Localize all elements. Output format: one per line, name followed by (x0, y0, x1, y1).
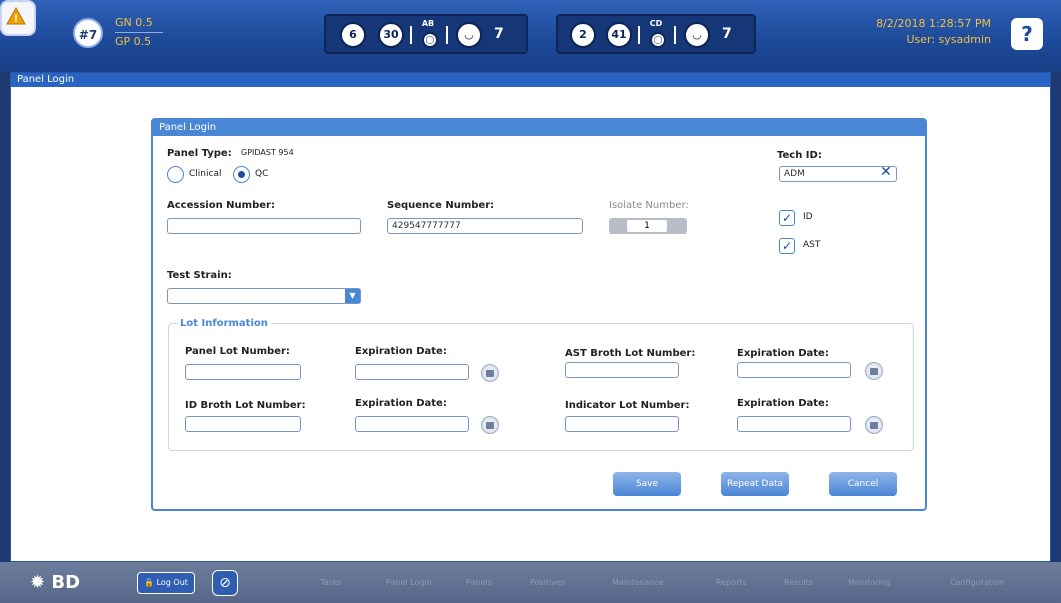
clear-icon[interactable]: ✕ (880, 164, 892, 180)
panel-lot-label: Panel Lot Number: (185, 346, 290, 357)
stop-icon[interactable]: ⊘ (212, 570, 238, 596)
logout-button[interactable]: 🔒 Log Out (137, 572, 195, 594)
nav-configuration[interactable]: Configuration (950, 573, 1004, 593)
sequence-field[interactable]: 429547777777 (387, 218, 583, 234)
gauge-icon: ◡ (684, 22, 710, 48)
alert-button[interactable]: ! (0, 0, 36, 36)
alert-count-badge[interactable]: #7 (73, 18, 103, 48)
expiration-label-2: Expiration Date: (737, 348, 829, 359)
instrument-status-ab[interactable]: 6 30 AB ◯ ◡ 7 (324, 14, 528, 54)
test-strain-label: Test Strain: (167, 270, 232, 281)
nav-reports[interactable]: Reports (716, 573, 747, 593)
sequence-label: Sequence Number: (387, 200, 495, 211)
isolate-stepper[interactable]: 1 (609, 218, 687, 234)
checkbox-ast-label: AST (803, 240, 821, 250)
datetime: 8/2/2018 1:28:57 PM (876, 17, 991, 30)
panel-lot-field[interactable] (185, 364, 301, 380)
gn-gp-status: GN 0.5 GP 0.5 (115, 14, 163, 51)
id-broth-lot-label: ID Broth Lot Number: (185, 400, 306, 411)
instrument-c-count: 7 (494, 26, 504, 42)
calendar-icon[interactable] (865, 416, 883, 434)
calendar-icon[interactable] (481, 416, 499, 434)
instrument-label: CD (649, 19, 663, 28)
expiration-label-1: Expiration Date: (355, 346, 447, 357)
gp-label: GP 0.5 (115, 35, 152, 48)
expiration-field-2[interactable] (737, 362, 851, 378)
tech-id-label: Tech ID: (777, 150, 822, 161)
nav-tasks[interactable]: Tasks (320, 573, 341, 593)
indicator-lot-field[interactable] (565, 416, 679, 432)
ast-broth-lot-label: AST Broth Lot Number: (565, 348, 696, 359)
isolate-value[interactable]: 1 (627, 220, 667, 232)
main-window: Panel Login Panel Login Panel Type: GPID… (10, 72, 1051, 562)
warning-icon: ! (6, 7, 26, 25)
lot-information-group: Lot Information Panel Lot Number: Expira… (168, 318, 914, 451)
expiration-label-3: Expiration Date: (355, 398, 447, 409)
instrument-b-count: 30 (378, 22, 404, 48)
instrument-label: AB (421, 19, 435, 28)
window-title: Panel Login (11, 73, 1050, 87)
lot-information-title: Lot Information (177, 318, 271, 329)
nav-panels[interactable]: Panels (466, 573, 492, 593)
chevron-down-icon[interactable]: ▼ (345, 289, 360, 303)
save-button[interactable]: Save (613, 472, 681, 496)
lock-icon: ◯ (422, 32, 438, 48)
expiration-field-4[interactable] (737, 416, 851, 432)
instrument-c-count: 7 (722, 26, 732, 42)
checkbox-ast[interactable]: ✓ (779, 238, 795, 254)
calendar-icon[interactable] (481, 364, 499, 382)
gauge-icon: ◡ (456, 22, 482, 48)
dialog-title: Panel Login (153, 120, 925, 136)
cancel-button[interactable]: Cancel (829, 472, 897, 496)
instrument-a-count: 2 (570, 22, 596, 48)
nav-panel-login[interactable]: Panel Login (386, 573, 432, 593)
bottom-bar: ✹ BD 🔒 Log Out ⊘ Tasks Panel Login Panel… (0, 562, 1061, 603)
instrument-status-cd[interactable]: 2 41 CD ◯ ◡ 7 (556, 14, 756, 54)
calendar-icon[interactable] (865, 362, 883, 380)
panel-type-value: GPIDAST 954 (241, 148, 294, 157)
bd-logo: ✹ BD (30, 572, 81, 593)
accession-label: Accession Number: (167, 200, 275, 211)
repeat-data-button[interactable]: Repeat Data (721, 472, 789, 496)
nav-results[interactable]: Results (784, 573, 813, 593)
panel-login-dialog: Panel Login Panel Type: GPIDAST 954 Clin… (151, 118, 927, 511)
instrument-a-count: 6 (340, 22, 366, 48)
datetime-user: 8/2/2018 1:28:57 PM User: sysadmin (876, 16, 991, 48)
test-strain-select[interactable] (167, 288, 361, 304)
radio-qc[interactable] (233, 166, 250, 183)
radio-clinical[interactable] (167, 166, 184, 183)
lock-icon: ◯ (650, 32, 666, 48)
isolate-label: Isolate Number: (609, 200, 689, 211)
gn-label: GN 0.5 (115, 16, 153, 29)
checkbox-id-label: ID (803, 212, 813, 222)
indicator-lot-label: Indicator Lot Number: (565, 400, 690, 411)
top-bar: ! #7 GN 0.5 GP 0.5 6 30 AB ◯ ◡ 7 2 41 CD… (0, 0, 1061, 72)
id-broth-lot-field[interactable] (185, 416, 301, 432)
nav-monitoring[interactable]: Monitoring (848, 573, 891, 593)
radio-clinical-label: Clinical (189, 169, 222, 179)
panel-type-label: Panel Type: (167, 148, 232, 159)
nav-maintenance[interactable]: Maintenance (612, 573, 664, 593)
svg-text:!: ! (14, 13, 18, 25)
accession-field[interactable] (167, 218, 361, 234)
expiration-label-4: Expiration Date: (737, 398, 829, 409)
user-label: User: sysadmin (906, 33, 991, 46)
nav-positives[interactable]: Positives (530, 573, 565, 593)
checkbox-id[interactable]: ✓ (779, 210, 795, 226)
radio-qc-label: QC (255, 169, 269, 179)
help-button[interactable]: ? (1011, 18, 1043, 50)
ast-broth-lot-field[interactable] (565, 362, 679, 378)
expiration-field-3[interactable] (355, 416, 469, 432)
expiration-field-1[interactable] (355, 364, 469, 380)
instrument-b-count: 41 (606, 22, 632, 48)
